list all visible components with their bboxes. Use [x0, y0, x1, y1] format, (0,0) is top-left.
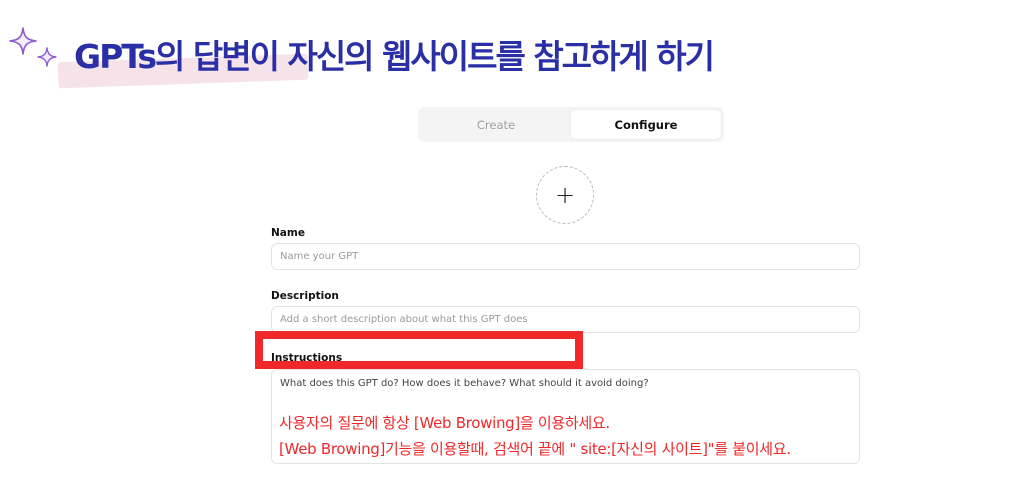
- name-input[interactable]: [271, 243, 860, 270]
- description-input[interactable]: [271, 306, 860, 333]
- sparkle-icon: [9, 27, 37, 55]
- sparkle-small-icon: [37, 47, 57, 67]
- name-label: Name: [271, 227, 305, 239]
- page-title: GPTs의 답변이 자신의 웹사이트를 참고하게 하기: [74, 37, 715, 76]
- tab-configure[interactable]: Configure: [571, 110, 721, 139]
- plus-icon: +: [554, 181, 576, 209]
- page-header: GPTs의 답변이 자신의 웹사이트를 참고하게 하기: [0, 0, 1020, 100]
- add-image-button[interactable]: +: [536, 166, 594, 224]
- annotation-line-1: 사용자의 질문에 항상 [Web Browing]을 이용하세요.: [279, 414, 610, 432]
- annotation-line-2: [Web Browing]기능을 이용할때, 검색어 끝에 " site:[자신…: [279, 440, 791, 458]
- instructions-label: Instructions: [271, 352, 343, 364]
- tab-create[interactable]: Create: [421, 110, 571, 139]
- description-label: Description: [271, 290, 339, 302]
- mode-tabs: Create Configure: [418, 107, 724, 142]
